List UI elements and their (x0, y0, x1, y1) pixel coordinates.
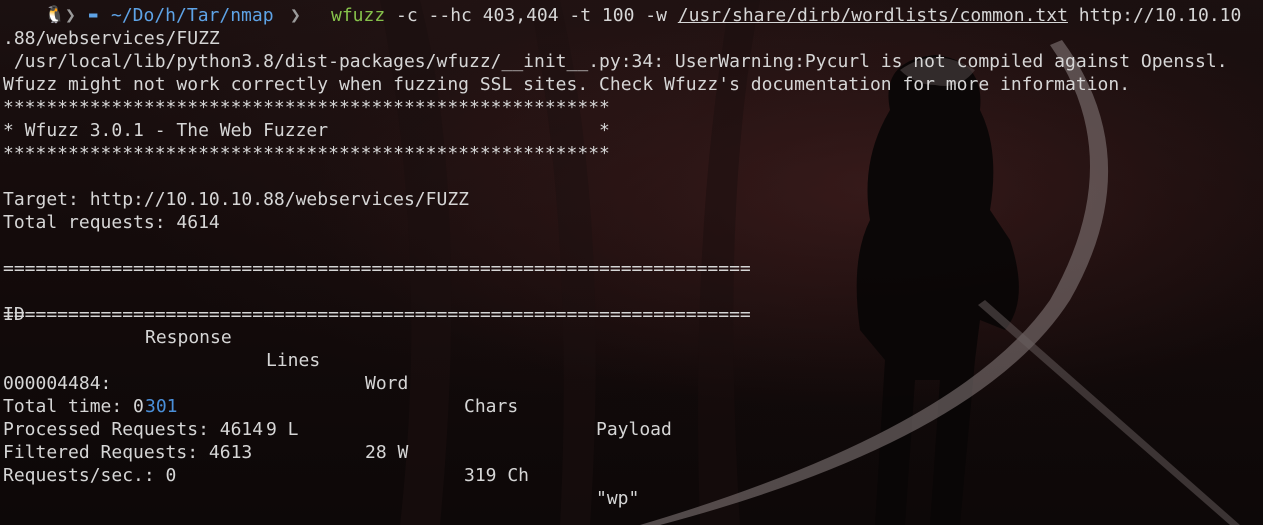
row-response: 301 (145, 396, 178, 417)
prompt-separator-icon: ❯ (290, 5, 301, 26)
command-line[interactable]: wfuzz -c --hc 403,404 -t 100 -w /usr/sha… (331, 4, 1241, 27)
header-word: Word (365, 373, 409, 394)
filtered-requests-line: Filtered Requests: 4613 (3, 442, 253, 463)
requests-per-sec-line: Requests/sec.: 0 (3, 465, 177, 486)
total-requests-line: Total requests: 4614 (3, 212, 220, 233)
linux-icon: 🐧 (44, 5, 66, 25)
header-chars: Chars (464, 396, 519, 417)
command-url-part1: http://10.10.10 (1067, 5, 1242, 26)
folder-icon: ▬ (89, 7, 98, 23)
command-args: -c --hc 403,404 -t 100 -w (385, 5, 678, 26)
current-directory: ~/Do/h/Tar/nmap (111, 5, 274, 26)
row-id: 000004484: (3, 373, 112, 394)
banner-border-top: ****************************************… (3, 97, 610, 118)
table-header: ID Response Lines Word Chars Payload (3, 280, 1263, 440)
command-url-part2: .88/webservices/FUZZ (3, 28, 220, 49)
table-rule-bottom: ========================================… (3, 304, 751, 325)
prompt-separator-icon: ❯ (65, 5, 76, 26)
warning-line-2: Wfuzz might not work correctly when fuzz… (3, 74, 1131, 95)
header-payload: Payload (596, 419, 672, 440)
table-row: 000004484: 301 9 L 28 W 319 Ch "wp" (3, 349, 1263, 509)
table-rule-top: ========================================… (3, 258, 751, 279)
header-response: Response (145, 327, 232, 348)
row-payload: "wp" (596, 488, 640, 509)
row-word: 28 W (365, 442, 409, 463)
command-name: wfuzz (331, 5, 386, 26)
row-lines: 9 L (266, 419, 299, 440)
banner-border-bottom: ****************************************… (3, 143, 610, 164)
row-chars: 319 Ch (464, 465, 530, 486)
terminal-window[interactable]: 🐧 ❯ ▬ ~/Do/h/Tar/nmap ❯ wfuzz -c --hc 40… (0, 0, 1263, 525)
processed-requests-line: Processed Requests: 4614 (3, 419, 264, 440)
warning-line-1: /usr/local/lib/python3.8/dist-packages/w… (3, 51, 1228, 72)
wordlist-path-link[interactable]: /usr/share/dirb/wordlists/common.txt (678, 5, 1068, 26)
banner-title: * Wfuzz 3.0.1 - The Web Fuzzer * (3, 120, 610, 141)
target-line: Target: http://10.10.10.88/webservices/F… (3, 189, 469, 210)
total-time-line: Total time: 0 (3, 396, 144, 417)
